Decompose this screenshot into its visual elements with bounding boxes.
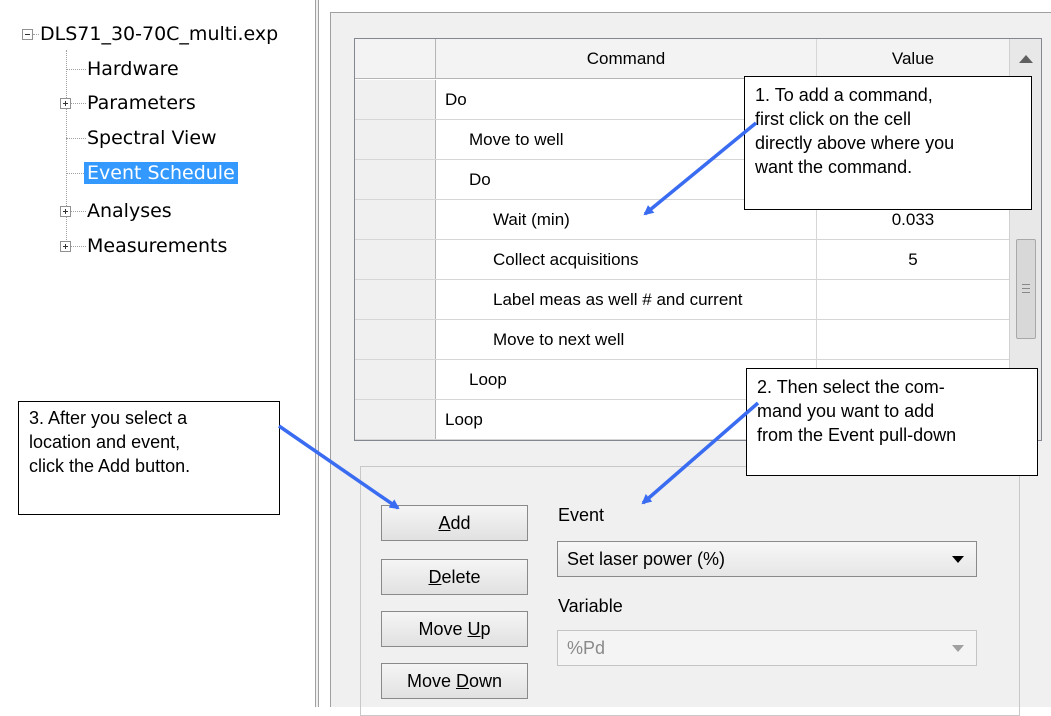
scrollbar-thumb[interactable] [1016,239,1036,339]
column-header-value[interactable]: Value [817,39,1009,78]
tree-item-analyses[interactable]: Analyses [84,196,175,226]
move-down-button[interactable]: Move Down [381,663,528,699]
callout-step-2: 2. Then select the com- mand you want to… [746,368,1038,476]
table-row[interactable]: Collect acquisitions 5 [355,240,1009,280]
delete-button[interactable]: Delete [381,559,528,595]
tree-item-hardware[interactable]: Hardware [84,54,182,84]
row-header[interactable] [355,400,436,439]
value-cell[interactable] [817,280,1009,319]
chevron-down-icon [952,556,964,563]
chevron-down-icon [952,645,964,652]
tree-item-spectral-view[interactable]: Spectral View [84,123,220,153]
row-header[interactable] [355,120,436,159]
event-dropdown[interactable]: Set laser power (%) [557,541,977,577]
row-header-corner [355,39,436,78]
variable-dropdown-value: %Pd [567,638,606,658]
table-row[interactable]: Move to next well [355,320,1009,360]
row-header[interactable] [355,320,436,359]
command-cell[interactable]: Collect acquisitions [436,240,817,279]
expand-icon[interactable] [60,206,71,217]
tree-item-label: Hardware [87,58,179,80]
expand-icon[interactable] [60,241,71,252]
row-header[interactable] [355,160,436,199]
row-header[interactable] [355,280,436,319]
variable-label: Variable [558,596,623,616]
command-cell[interactable]: Label meas as well # and current [436,280,817,319]
splitter[interactable] [315,0,319,707]
table-row[interactable]: Label meas as well # and current [355,280,1009,320]
tree-item-event-schedule[interactable]: Event Schedule [84,158,238,188]
tree-item-parameters[interactable]: Parameters [84,88,199,118]
command-cell[interactable]: Move to next well [436,320,817,359]
value-cell[interactable]: 5 [817,240,1009,279]
variable-dropdown[interactable]: %Pd [557,630,977,666]
tree-root[interactable]: DLS71_30-70C_multi.exp [37,19,281,49]
tree-item-label: Event Schedule [84,162,238,184]
callout-step-3: 3. After you select a location and event… [18,401,280,515]
row-header[interactable] [355,240,436,279]
tree-item-label: Parameters [87,92,196,114]
add-button[interactable]: Add [381,505,528,541]
tree-item-label: Analyses [87,200,172,222]
tree-item-measurements[interactable]: Measurements [84,231,230,261]
tree-item-label: Spectral View [87,127,217,149]
row-header[interactable] [355,360,436,399]
event-label: Event [558,505,605,525]
column-header-command[interactable]: Command [436,39,817,78]
grid-header: Command Value [355,39,1009,79]
navigation-tree: DLS71_30-70C_multi.exp Hardware Paramete… [0,0,315,707]
row-header[interactable] [355,80,436,119]
tree-root-label: DLS71_30-70C_multi.exp [40,23,279,45]
value-cell[interactable] [817,320,1009,359]
collapse-icon[interactable] [22,29,33,40]
callout-step-1: 1. To add a command, first click on the … [744,76,1032,210]
row-header[interactable] [355,200,436,239]
tree-item-label: Measurements [87,235,228,257]
move-up-button[interactable]: Move Up [381,611,528,647]
event-dropdown-value: Set laser power (%) [567,549,726,569]
expand-icon[interactable] [60,98,71,109]
scroll-up-icon[interactable] [1019,55,1033,63]
